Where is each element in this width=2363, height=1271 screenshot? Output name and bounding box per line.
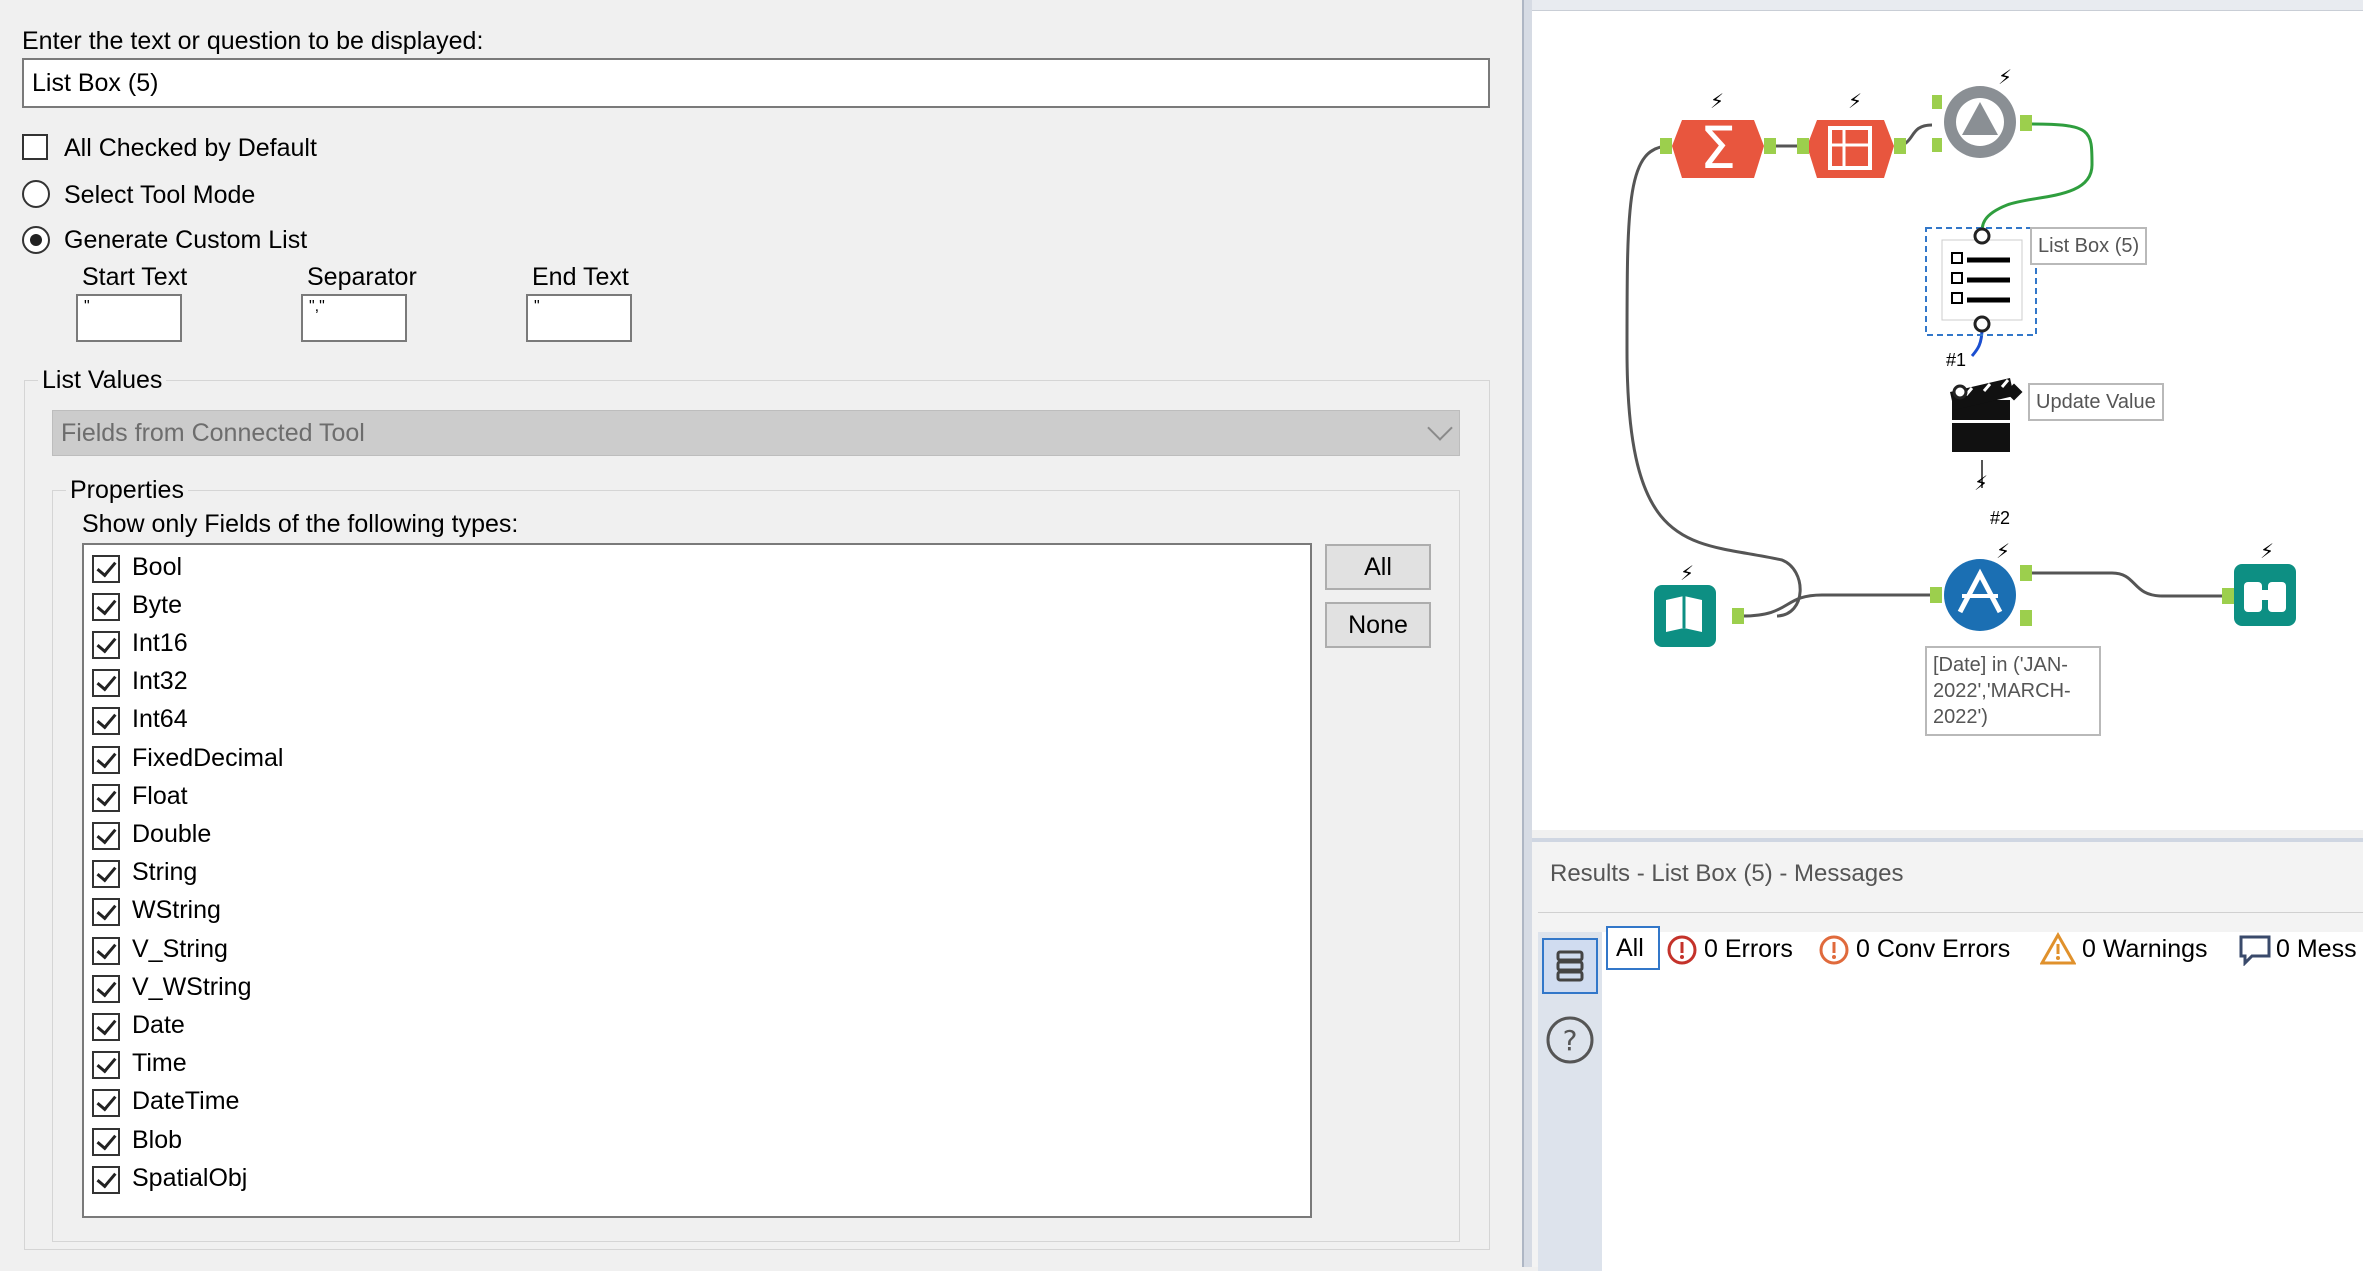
help-icon: ? — [1546, 1016, 1594, 1064]
list-values-label: List Values — [38, 365, 167, 395]
lightning-icon: ⚡ — [1848, 89, 1862, 113]
checkbox-checked[interactable] — [92, 1013, 120, 1041]
checkbox-checked[interactable] — [92, 898, 120, 926]
crosstab-tool[interactable] — [1797, 120, 1906, 178]
listbox-annotation: List Box (5) — [2030, 227, 2148, 265]
chevron-down-icon — [1427, 415, 1453, 441]
conv-error-icon — [1819, 935, 1849, 965]
lightning-icon: ⚡ — [1998, 65, 2012, 89]
types-label: Show only Fields of the following types: — [82, 510, 519, 538]
anchor-2-label: #2 — [1990, 508, 2011, 528]
tab-warnings[interactable]: 0 Warnings — [2082, 934, 2208, 964]
question-input[interactable]: List Box (5) — [22, 58, 1490, 108]
checkbox-checked[interactable] — [92, 593, 120, 621]
panel-splitter[interactable] — [1522, 0, 1532, 1267]
checkbox-checked[interactable] — [92, 669, 120, 697]
list-values-dropdown[interactable]: Fields from Connected Tool — [52, 410, 1460, 456]
properties-label: Properties — [66, 475, 188, 505]
separator-label: Separator — [307, 263, 417, 291]
results-content — [1602, 932, 2363, 1271]
svg-text:?: ? — [1563, 1024, 1578, 1057]
lightning-icon: ⚡ — [1680, 561, 1694, 585]
wire-summarize-to-join — [1625, 144, 1802, 618]
select-tool-mode-label: Select Tool Mode — [64, 181, 256, 209]
canvas-tab-strip — [1532, 0, 2363, 11]
macro-tool[interactable] — [1932, 86, 2032, 158]
listbox-tool[interactable] — [1925, 227, 2037, 336]
sigma-icon: Σ — [1700, 114, 1737, 182]
generate-custom-list-label: Generate Custom List — [64, 226, 308, 254]
none-button[interactable]: None — [1325, 602, 1431, 648]
question-label: Enter the text or question to be display… — [22, 27, 484, 55]
all-checked-checkbox[interactable] — [22, 134, 48, 160]
all-button[interactable]: All — [1325, 544, 1431, 590]
tab-conv-errors[interactable]: 0 Conv Errors — [1856, 934, 2010, 964]
checkbox-checked[interactable] — [92, 707, 120, 735]
checkbox-checked[interactable] — [92, 860, 120, 888]
warning-icon — [2040, 932, 2076, 965]
checkbox-checked[interactable] — [92, 1051, 120, 1079]
all-checked-label: All Checked by Default — [64, 134, 317, 162]
workflow-canvas[interactable]: Σ ⚡ ⚡ ⚡ ⚡ ⚡ ⚡ ⚡ List Box (5) Update Valu… — [1532, 0, 2363, 830]
results-divider — [1538, 912, 2363, 913]
lightning-icon: ⚡ — [2260, 539, 2274, 563]
list-icon — [1556, 950, 1584, 982]
tab-all[interactable]: All — [1606, 926, 1660, 970]
lightning-icon: ⚡ — [1710, 89, 1724, 113]
wire-filter-to-browse — [2024, 571, 2222, 598]
checkbox-checked[interactable] — [92, 975, 120, 1003]
filter-annotation: [Date] in ('JAN-2022','MARCH-2022') — [1925, 646, 2101, 736]
error-icon — [1667, 935, 1697, 965]
tab-messages[interactable]: 0 Mess — [2276, 934, 2357, 964]
browse-tool[interactable] — [2222, 564, 2296, 626]
end-text-label: End Text — [532, 263, 629, 291]
end-text-input[interactable]: " — [526, 294, 632, 342]
checkbox-checked[interactable] — [92, 822, 120, 850]
summarize-tool[interactable]: Σ — [1660, 114, 1776, 182]
action-tool[interactable] — [1950, 378, 2023, 452]
start-text-input[interactable]: " — [76, 294, 182, 342]
results-panel: Results - List Box (5) - Messages ? All … — [1532, 838, 2363, 1271]
field-types-list[interactable]: Bool Byte Int16 Int32 Int64 FixedDecimal… — [82, 543, 1312, 1218]
lightning-icon: ⚡ — [1996, 539, 2010, 563]
results-title: Results - List Box (5) - Messages — [1550, 860, 1904, 887]
messages-view-button[interactable] — [1542, 938, 1598, 994]
checkbox-checked[interactable] — [92, 1166, 120, 1194]
anchor-1-label: #1 — [1946, 350, 1967, 370]
generate-custom-list-radio[interactable] — [22, 226, 50, 254]
checkbox-checked[interactable] — [92, 631, 120, 659]
tab-errors[interactable]: 0 Errors — [1704, 934, 1793, 964]
results-sidebar: ? — [1538, 932, 1602, 1271]
lightning-icon: ⚡ — [1974, 471, 1988, 495]
input-tool[interactable] — [1654, 585, 1744, 647]
checkbox-checked[interactable] — [92, 784, 120, 812]
start-text-label: Start Text — [82, 263, 188, 291]
configuration-panel: Enter the text or question to be display… — [0, 0, 1522, 1267]
separator-input[interactable]: "," — [301, 294, 407, 342]
question-input-value: List Box (5) — [32, 69, 159, 97]
help-button[interactable]: ? — [1544, 1014, 1596, 1066]
checkbox-checked[interactable] — [92, 746, 120, 774]
filter-tool[interactable] — [1930, 559, 2032, 631]
select-tool-mode-radio[interactable] — [22, 180, 50, 208]
message-icon — [2239, 935, 2271, 966]
update-value-annotation: Update Value — [2028, 383, 2164, 421]
checkbox-checked[interactable] — [92, 937, 120, 965]
wire-input-to-filter — [1741, 593, 1930, 618]
clapperboard-icon — [1952, 420, 2010, 423]
checkbox-checked[interactable] — [92, 1128, 120, 1156]
checkbox-checked[interactable] — [92, 1089, 120, 1117]
list-values-selected: Fields from Connected Tool — [61, 419, 365, 447]
checkbox-checked[interactable] — [92, 555, 120, 583]
